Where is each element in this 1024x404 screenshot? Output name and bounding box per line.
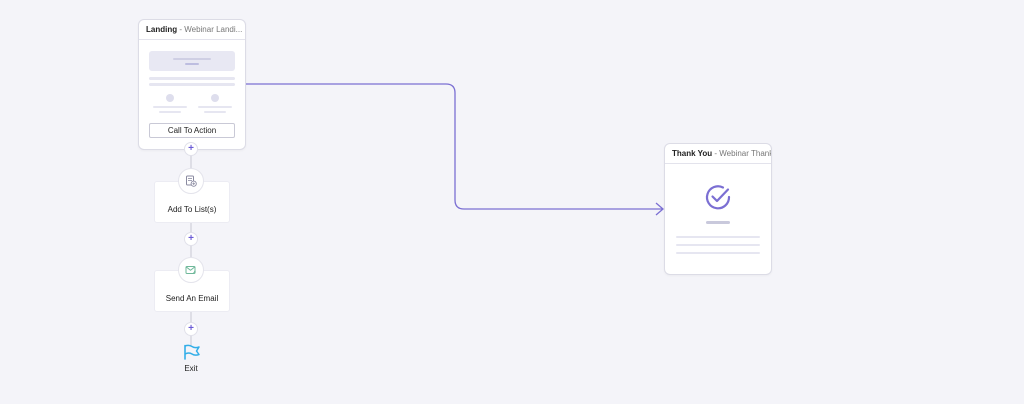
thank-you-page-card[interactable]: Thank You - Webinar Thank... <box>664 143 772 275</box>
landing-page-card[interactable]: Landing - Webinar Landi... Call To Actio… <box>138 19 246 150</box>
email-icon <box>185 266 196 274</box>
feature-line-placeholder <box>159 111 181 113</box>
text-line-placeholder <box>149 83 235 86</box>
heading-placeholder <box>706 221 730 224</box>
hero-line-placeholder <box>185 63 199 65</box>
list-add-icon <box>186 175 197 187</box>
feature-line-placeholder <box>198 106 232 108</box>
feature-icon-placeholder <box>211 94 219 102</box>
thank-you-subtitle: Webinar Thank... <box>719 149 771 158</box>
check-circle-icon <box>705 185 731 210</box>
send-email-label: Send An Email <box>165 294 219 303</box>
add-step-button[interactable]: + <box>184 322 198 336</box>
thank-you-card-header: Thank You - Webinar Thank... <box>665 144 771 164</box>
landing-to-thankyou-connector <box>244 83 662 210</box>
landing-subtitle: Webinar Landi... <box>184 25 243 34</box>
add-to-list-label: Add To List(s) <box>167 205 217 214</box>
thank-you-title: Thank You <box>672 149 713 158</box>
feature-icon-placeholder <box>166 94 174 102</box>
hero-line-placeholder <box>173 58 211 60</box>
text-line-placeholder <box>676 236 760 238</box>
landing-card-header: Landing - Webinar Landi... <box>139 20 245 40</box>
call-to-action-button[interactable]: Call To Action <box>149 123 235 138</box>
text-line-placeholder <box>676 252 760 254</box>
add-to-list-step-icon <box>178 168 204 194</box>
text-line-placeholder <box>149 77 235 80</box>
text-line-placeholder <box>676 244 760 246</box>
feature-line-placeholder <box>153 106 187 108</box>
funnel-canvas[interactable]: Landing - Webinar Landi... Call To Actio… <box>0 0 1024 404</box>
landing-title: Landing <box>146 25 178 34</box>
add-step-button[interactable]: + <box>184 142 198 156</box>
flag-icon <box>184 344 200 360</box>
exit-label: Exit <box>184 364 198 373</box>
add-step-button[interactable]: + <box>184 232 198 246</box>
send-email-step-icon <box>178 257 204 283</box>
feature-line-placeholder <box>204 111 226 113</box>
hero-placeholder <box>149 51 235 71</box>
